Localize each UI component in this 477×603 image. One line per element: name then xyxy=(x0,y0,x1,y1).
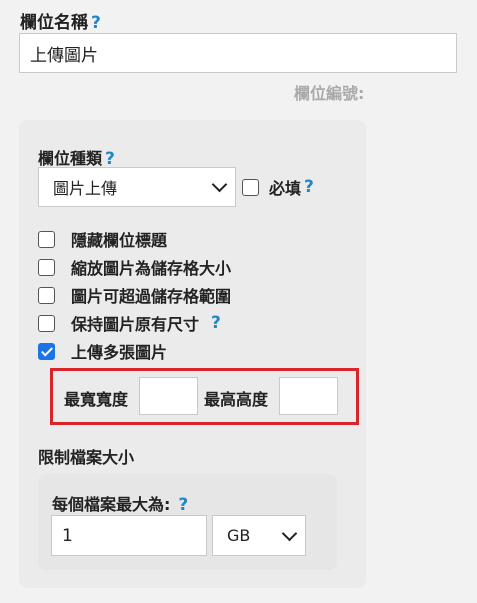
option-label: 圖片可超過儲存格範圍 xyxy=(71,287,232,306)
per-file-label-text: 每個檔案最大為: xyxy=(52,495,171,514)
max-height-label: 最高高度 xyxy=(204,390,269,409)
required-label: 必填 xyxy=(269,179,302,198)
max-file-size-input[interactable] xyxy=(51,515,207,556)
keep-size-help-icon[interactable]: ? xyxy=(211,313,221,333)
max-width-label: 最寬寬度 xyxy=(64,390,129,409)
max-height-input[interactable] xyxy=(279,377,338,415)
per-file-label: 每個檔案最大為:? xyxy=(52,491,188,515)
field-type-label-text: 欄位種類 xyxy=(38,149,103,168)
field-number-label: 欄位編號: xyxy=(294,84,365,103)
option-checkbox[interactable] xyxy=(38,230,55,248)
field-name-label-text: 欄位名稱 xyxy=(20,13,88,33)
option-checkbox[interactable] xyxy=(38,286,55,304)
required-checkbox[interactable] xyxy=(242,178,259,196)
option-label: 保持圖片原有尺寸 xyxy=(71,315,200,334)
required-help-icon[interactable]: ? xyxy=(304,177,314,197)
field-type-select[interactable]: 圖片上傳 xyxy=(38,167,236,207)
option-hide-title[interactable]: 隱藏欄位標題 xyxy=(38,225,231,253)
option-checkbox[interactable] xyxy=(38,258,55,276)
option-scale-image[interactable]: 縮放圖片為儲存格大小 xyxy=(38,253,231,281)
file-size-section-label: 限制檔案大小 xyxy=(38,448,135,467)
file-size-unit-select[interactable]: GB xyxy=(212,515,306,556)
option-label: 上傳多張圖片 xyxy=(71,343,168,362)
option-overflow-cell[interactable]: 圖片可超過儲存格範圍 xyxy=(38,281,231,309)
field-name-help-icon[interactable]: ? xyxy=(91,13,101,33)
per-file-help-icon[interactable]: ? xyxy=(178,495,188,515)
required-row: 必填 ? xyxy=(242,175,314,199)
file-size-unit-selected: GB xyxy=(227,526,251,545)
field-name-input[interactable] xyxy=(19,33,457,73)
option-checkbox-checked[interactable] xyxy=(38,342,55,360)
field-type-selected: 圖片上傳 xyxy=(53,179,118,198)
option-checkbox[interactable] xyxy=(38,314,55,332)
field-type-help-icon[interactable]: ? xyxy=(105,149,115,169)
chevron-down-icon xyxy=(281,525,298,541)
max-width-input[interactable] xyxy=(139,377,198,415)
option-multiple-upload[interactable]: 上傳多張圖片 xyxy=(38,337,231,365)
field-type-label: 欄位種類? xyxy=(38,145,115,169)
chevron-down-icon xyxy=(211,176,228,193)
option-label: 隱藏欄位標題 xyxy=(71,231,168,250)
field-name-label: 欄位名稱? xyxy=(20,8,101,33)
options-list: 隱藏欄位標題 縮放圖片為儲存格大小 圖片可超過儲存格範圍 保持圖片原有尺寸 ? … xyxy=(38,225,231,365)
option-keep-size[interactable]: 保持圖片原有尺寸 ? xyxy=(38,309,231,337)
option-label: 縮放圖片為儲存格大小 xyxy=(71,259,232,278)
